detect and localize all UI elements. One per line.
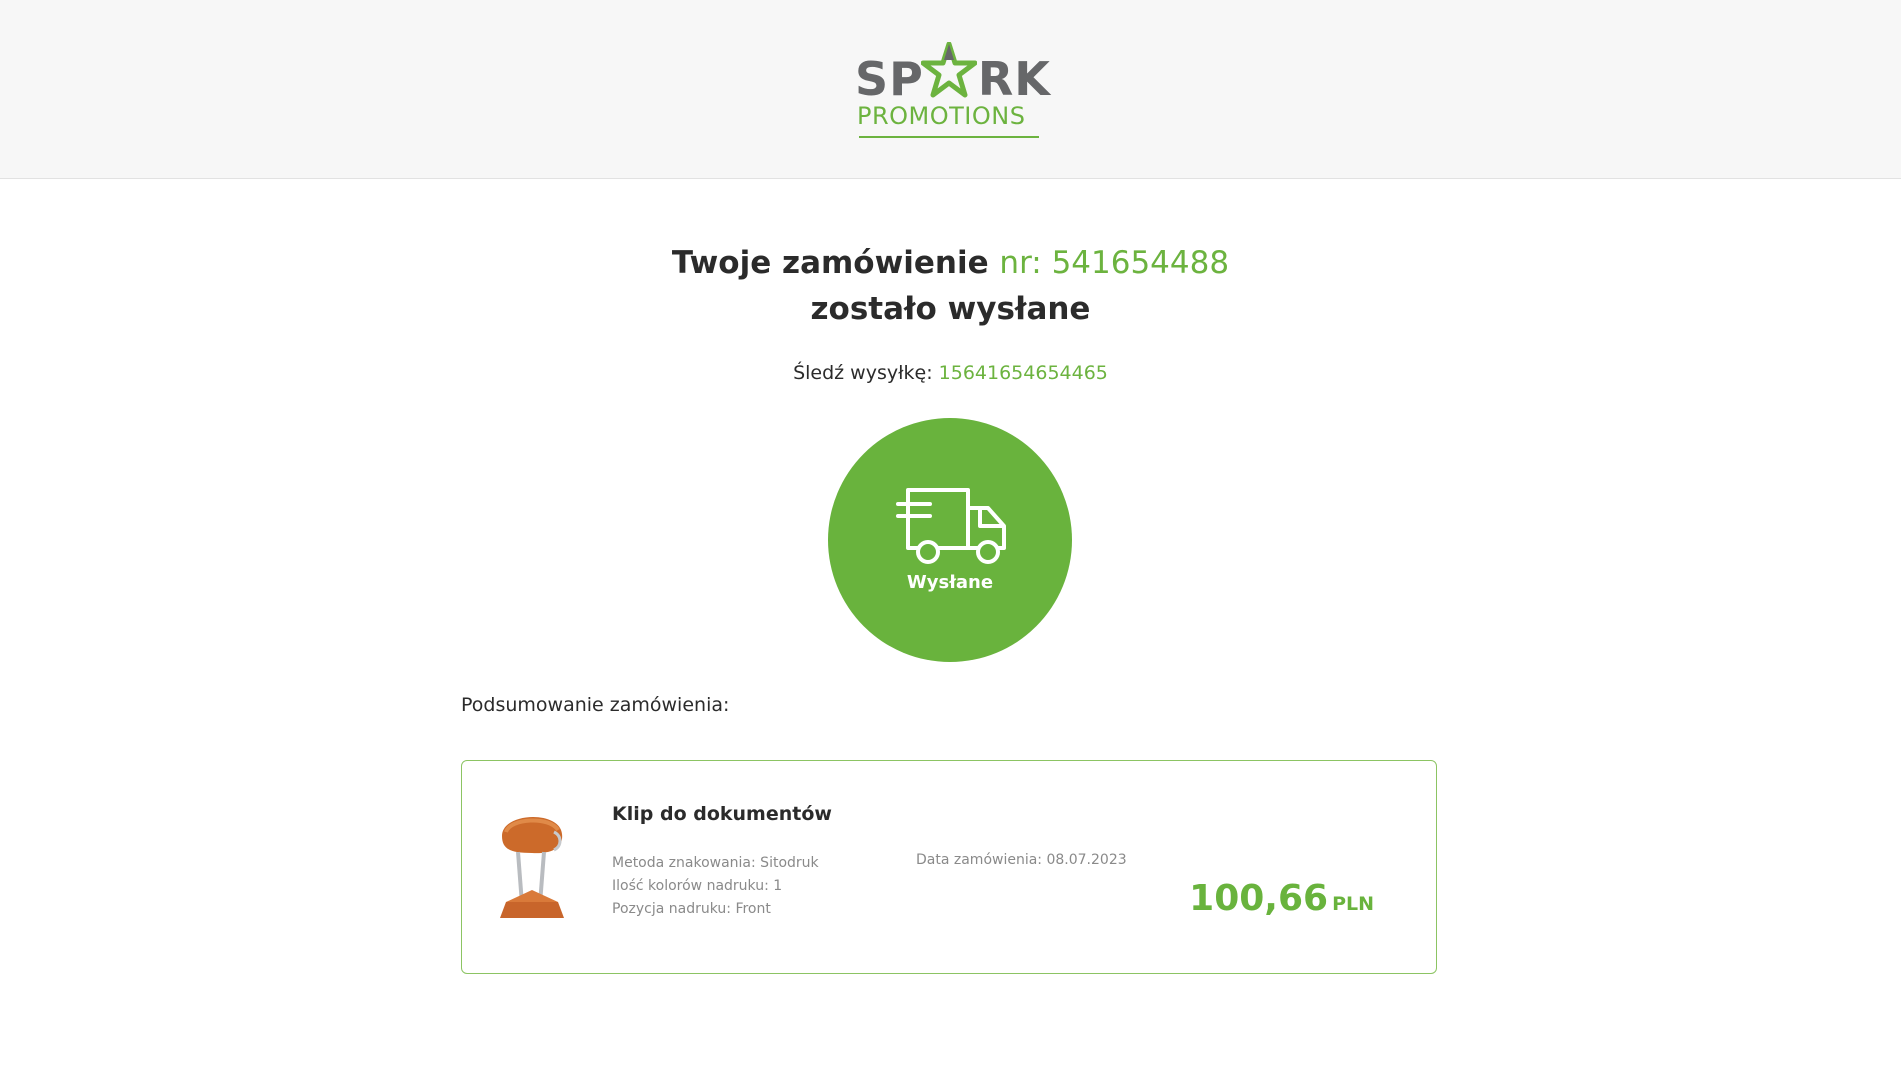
spark-promotions-logo[interactable]: SP RK PROMOTIONS [855,40,1050,140]
shipment-status-label: Wysłane [906,572,994,593]
order-title: Twoje zamówienie nr: 541654488 zostało w… [0,240,1901,332]
order-title-suffix: zostało wysłane [810,291,1091,327]
logo-text-right: RK [977,52,1051,106]
product-name: Klip do dokumentów [612,803,832,825]
logo-underline [859,136,1039,138]
binder-clip-image [500,816,564,918]
logo-text-left: SP [855,52,924,106]
star-icon [921,42,977,98]
price-currency: PLN [1332,893,1374,915]
price-amount: 100,66 [1189,878,1329,919]
tracking-line: Śledź wysyłkę: 15641654654465 [0,362,1901,384]
page-header: SP RK PROMOTIONS [0,0,1901,179]
spec-print-position: Pozycja nadruku: Front [612,901,771,917]
logo-subtitle: PROMOTIONS [857,102,1026,130]
order-title-prefix: Twoje zamówienie [671,245,989,281]
spec-marking-method: Metoda znakowania: Sitodruk [612,855,819,871]
delivery-truck-icon [896,488,1006,564]
order-date: Data zamówienia: 08.07.2023 [916,852,1127,868]
tracking-number-link[interactable]: 15641654654465 [939,362,1108,384]
item-price: 100,66 PLN [1189,878,1374,919]
order-item-card: Klip do dokumentów Metoda znakowania: Si… [461,760,1437,974]
shipment-status-badge: Wysłane [828,418,1072,662]
order-summary-heading: Podsumowanie zamówienia: [461,694,730,716]
tracking-label: Śledź wysyłkę: [793,362,933,384]
spec-print-colors: Ilość kolorów nadruku: 1 [612,878,783,894]
order-number: nr: 541654488 [999,245,1230,281]
